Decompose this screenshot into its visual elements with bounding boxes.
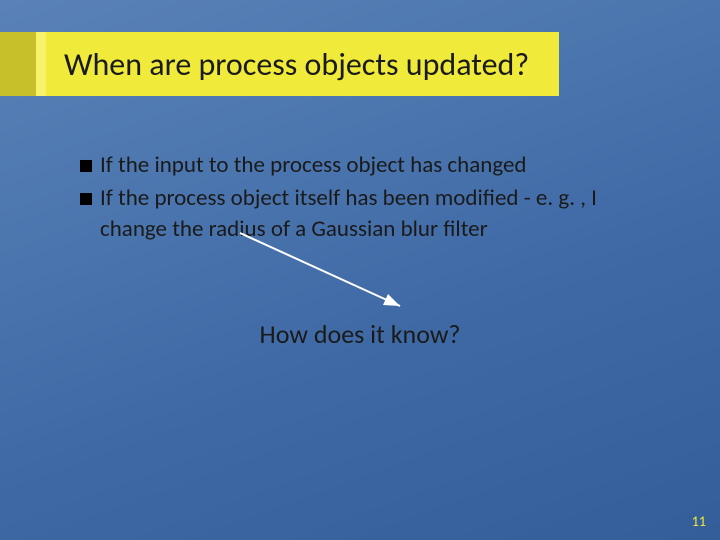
slide-title: When are process objects updated? <box>64 45 529 84</box>
title-band-accent-dark <box>0 32 36 96</box>
arrow-icon <box>230 228 430 318</box>
slide: When are process objects updated? If the… <box>0 0 720 540</box>
page-number: 11 <box>692 513 706 530</box>
bullet-item: If the input to the process object has c… <box>80 150 660 181</box>
title-band: When are process objects updated? <box>0 32 559 96</box>
title-band-accent-light <box>36 32 46 96</box>
bullet-square-icon <box>80 160 92 172</box>
question-text: How does it know? <box>0 318 720 350</box>
bullet-text: If the input to the process object has c… <box>100 150 660 181</box>
title-band-main: When are process objects updated? <box>46 32 559 96</box>
bullet-square-icon <box>80 193 92 205</box>
